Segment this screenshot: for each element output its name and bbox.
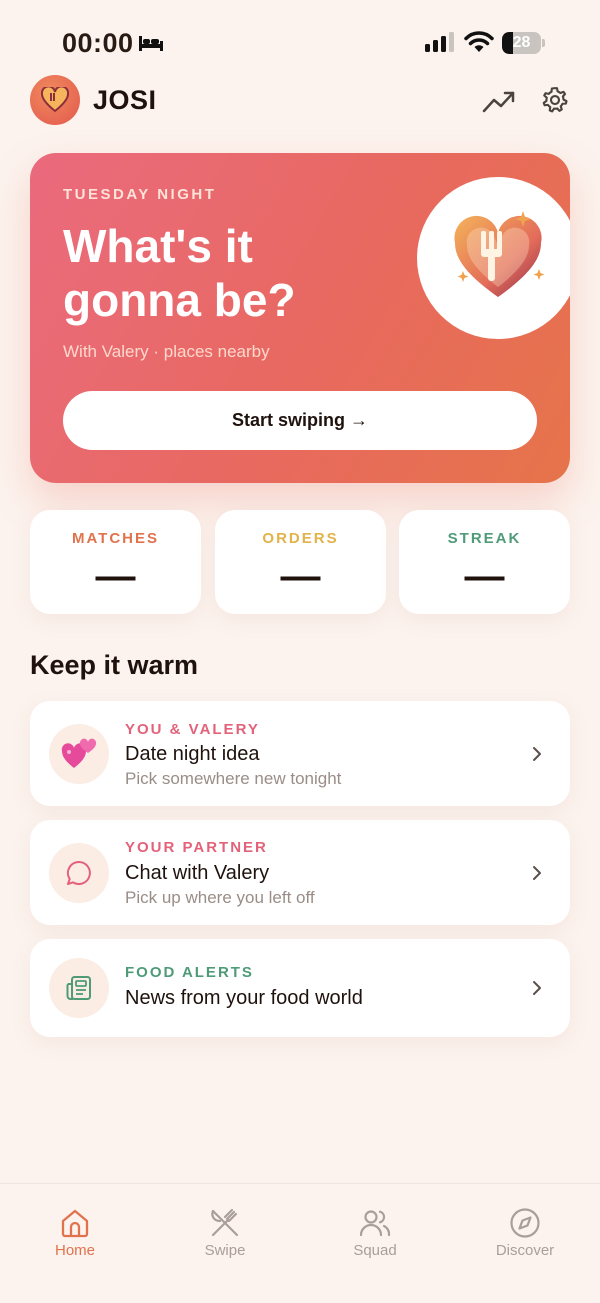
list-eyebrow: YOU & VALERY [125,721,260,738]
trending-up-icon[interactable] [482,87,516,115]
avatar[interactable] [30,75,80,125]
user-name: JOSI [93,85,157,115]
list-subtitle: Pick somewhere new tonight [125,769,342,788]
chevron-right-icon [533,747,541,761]
stat-value: — [95,554,136,598]
list-title: Date night idea [125,743,260,765]
stat-card-matches[interactable]: MATCHES — [30,510,201,614]
list-icon-wrap [49,724,109,784]
chevron-right-icon [533,866,541,880]
chevron-right-icon [533,981,541,995]
bed-icon [139,36,163,51]
list-eyebrow: FOOD ALERTS [125,964,254,981]
stat-label: MATCHES [71,530,160,547]
home-icon [61,1209,89,1238]
bottom-nav: Home Swipe Squad Discover [0,1183,600,1303]
app-header: JOSI [30,75,570,127]
nav-label: Squad [353,1242,397,1259]
battery-indicator: 28 [502,32,546,54]
nav-item-home[interactable]: Home [0,1184,150,1274]
stat-card-orders[interactable]: ORDERS — [215,510,386,614]
hero-card: TUESDAY NIGHT What's it gonna be? With V… [30,153,570,483]
two-hearts-icon [61,738,97,768]
nav-item-swipe[interactable]: Swipe [150,1184,300,1274]
avatar-heart-icon [41,87,69,113]
status-time: 00:00 [62,28,134,58]
hero-eyebrow: TUESDAY NIGHT [63,186,217,203]
utensils-crossed-icon [211,1208,239,1237]
stat-label: STREAK [447,530,522,547]
hero-subtitle: With Valery · places nearby [63,342,270,361]
nav-label: Swipe [204,1242,246,1259]
hero-badge [417,177,570,339]
signal-icon [425,32,454,52]
wifi-icon [464,31,494,52]
nav-item-squad[interactable]: Squad [300,1184,450,1274]
hero-title: What's it gonna be? [63,220,296,326]
list-icon-wrap [49,958,109,1018]
chat-bubble-icon [66,860,91,885]
stat-card-streak[interactable]: STREAK — [399,510,570,614]
compass-icon [510,1208,540,1238]
stat-value: — [464,554,505,598]
list-subtitle: Pick up where you left off [125,888,315,907]
list-icon-wrap [49,843,109,903]
start-swiping-button[interactable]: Start swiping → [63,391,537,450]
users-icon [359,1210,391,1237]
list-item-food-alerts[interactable]: FOOD ALERTS News from your food world [30,939,570,1037]
heart-fork-icon [454,211,545,297]
list-item-date-night[interactable]: YOU & VALERY Date night idea Pick somewh… [30,701,570,806]
list-title: News from your food world [125,987,363,1009]
list-eyebrow: YOUR PARTNER [125,839,268,856]
list-title: Chat with Valery [125,862,270,884]
gear-icon[interactable] [540,85,570,115]
stat-label: ORDERS [262,530,339,547]
section-title: Keep it warm [30,650,199,680]
nav-item-discover[interactable]: Discover [450,1184,600,1274]
stat-value: — [280,554,321,598]
battery-percent: 28 [512,34,531,51]
nav-label: Discover [495,1242,555,1259]
newspaper-icon [66,976,91,1000]
nav-label: Home [54,1242,95,1259]
list-item-chat[interactable]: YOUR PARTNER Chat with Valery Pick up wh… [30,820,570,925]
